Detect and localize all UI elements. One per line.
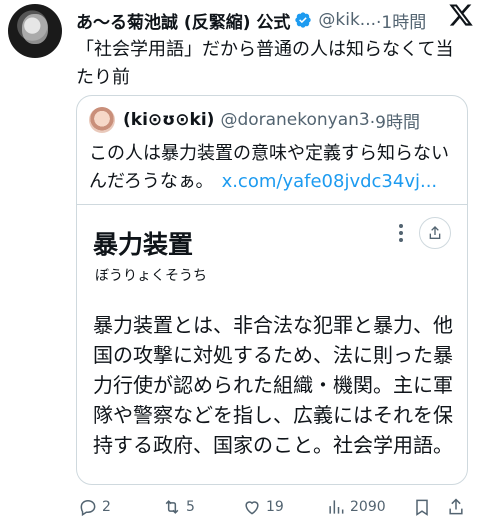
bookmark-button[interactable] [412, 497, 432, 517]
like-button[interactable]: 19 [242, 497, 284, 517]
verified-badge-icon [295, 12, 312, 28]
views-count: 2090 [350, 499, 386, 515]
tweet-time[interactable]: ·1時間 [376, 8, 426, 33]
quoted-tweet[interactable]: (ki⊙ʊ⊙ki) @doranekonyan3 ·9時間 この人は暴力装置の意… [76, 95, 468, 485]
bookmark-icon [416, 499, 428, 516]
action-bar: 2 5 19 2090 [76, 492, 472, 522]
views-icon [329, 500, 344, 514]
share-icon [429, 226, 441, 239]
quote-author-name: (ki⊙ʊ⊙ki) [123, 110, 215, 130]
card-reading: ぼうりょくそうち [95, 268, 207, 284]
repost-icon [165, 500, 179, 514]
quote-header: (ki⊙ʊ⊙ki) @doranekonyan3 ·9時間 [89, 106, 420, 134]
dictionary-card[interactable]: 暴力装置 ぼうりょくそうち 暴力装置とは、非合法な犯罪と暴力、他国の攻撃に対処す… [77, 204, 467, 484]
author-name[interactable]: あ〜る菊池誠 (反緊縮) 公式 [76, 8, 290, 33]
x-logo-icon[interactable] [448, 2, 474, 28]
quote-text: この人は暴力装置の意味や定義すら知らないんだろうなぁ。 x.com/yafe08j… [89, 140, 459, 196]
repost-button[interactable]: 5 [162, 497, 195, 517]
quote-author-handle: @doranekonyan3 [220, 110, 370, 130]
tweet-text: 「社会学用語」だから普通の人は知らなくて当たり前 [76, 39, 454, 88]
share-button[interactable] [446, 497, 466, 517]
author-avatar[interactable] [8, 4, 62, 58]
quote-author-avatar [89, 107, 115, 133]
quote-time: ·9時間 [369, 112, 420, 133]
like-count: 19 [266, 499, 284, 515]
more-vertical-icon[interactable] [389, 221, 413, 245]
reply-button[interactable]: 2 [78, 497, 111, 517]
heart-icon [245, 501, 259, 515]
card-body: 暴力装置とは、非合法な犯罪と暴力、他国の攻撃に対処するため、法に則った暴力行使が… [93, 313, 453, 457]
reply-icon [80, 499, 96, 517]
card-share-button[interactable] [419, 217, 451, 249]
reply-count: 2 [102, 499, 111, 515]
author-handle[interactable]: @kik... [318, 10, 376, 30]
card-title: 暴力装置 [93, 230, 194, 259]
views-button[interactable]: 2090 [326, 497, 386, 517]
repost-count: 5 [186, 499, 195, 515]
quote-link[interactable]: x.com/yafe08jvdc34vj... [222, 171, 438, 192]
tweet-header: あ〜る菊池誠 (反緊縮) 公式 @kik... ·1時間 [76, 6, 472, 34]
upload-icon [449, 498, 463, 515]
